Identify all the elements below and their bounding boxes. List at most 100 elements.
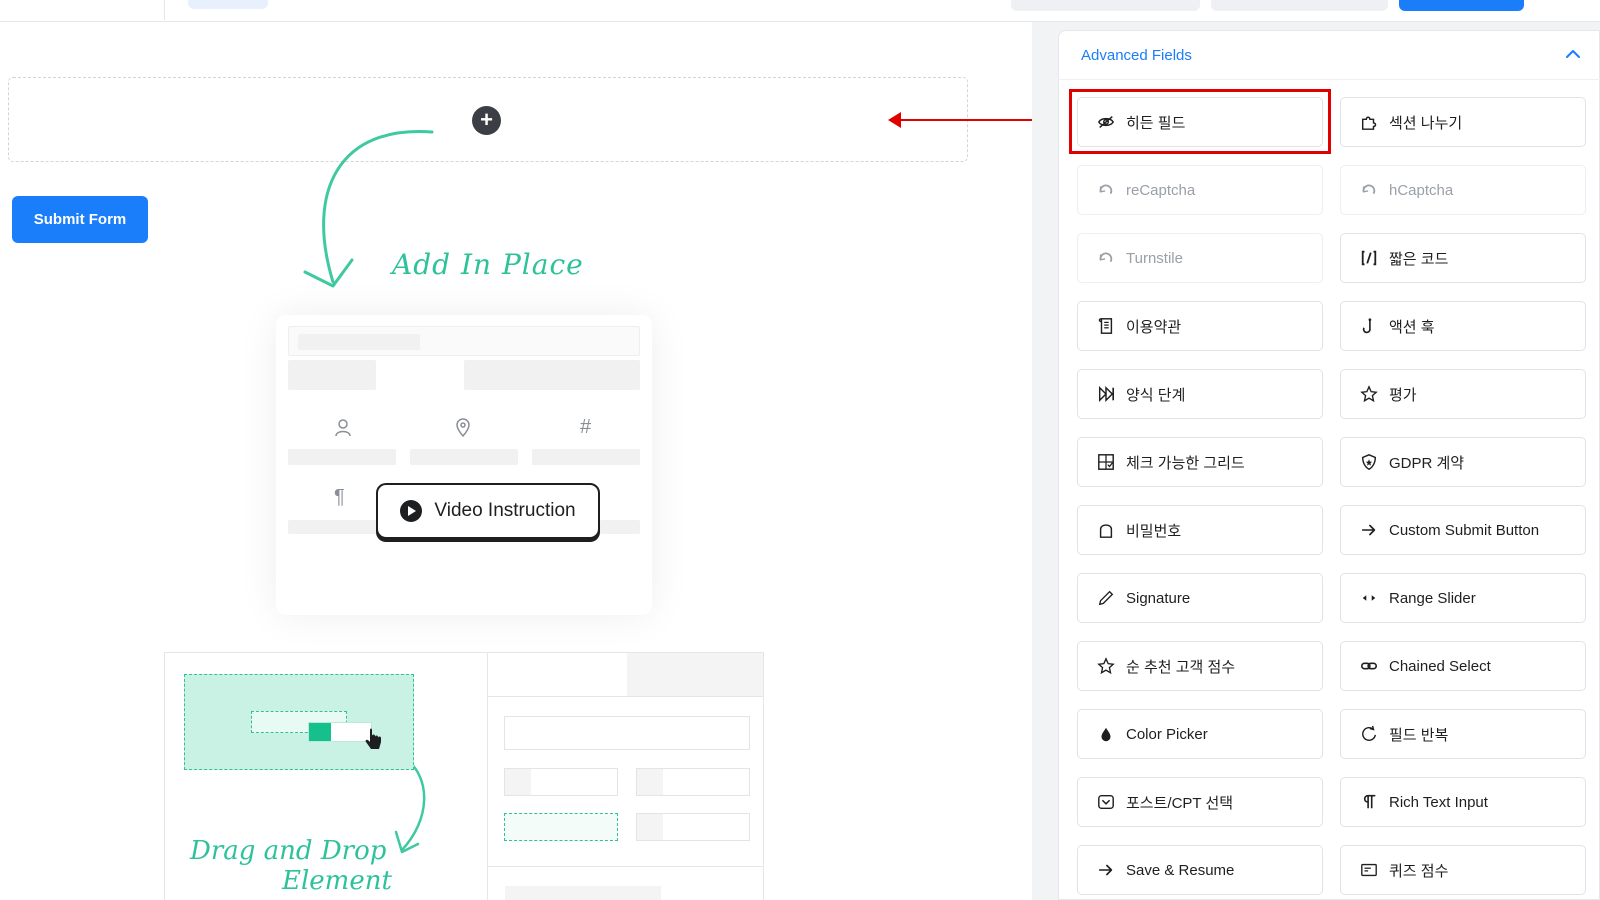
dnd-dragged-element [308, 722, 372, 742]
illus-skeleton [288, 449, 396, 465]
curved-arrow-icon [322, 130, 434, 284]
field-label: 섹션 나누기 [1389, 114, 1463, 132]
field-label: 양식 단계 [1126, 386, 1186, 404]
field-label: 퀴즈 점수 [1389, 862, 1449, 880]
dnd-skeleton [627, 653, 763, 696]
field-label: Rich Text Input [1389, 793, 1488, 811]
paragraph-icon [1359, 792, 1379, 812]
dnd-divider [487, 652, 488, 900]
field-label: Save & Resume [1126, 861, 1235, 879]
field-label: Signature [1126, 589, 1191, 607]
field-label: 이용약관 [1126, 318, 1182, 336]
field-label: reCaptcha [1126, 181, 1196, 199]
play-icon [400, 500, 423, 522]
field-save-arrow[interactable]: Save & Resume [1077, 845, 1323, 895]
app-root: + Submit Form Add In Place # ¶ Video Ins… [0, 0, 1600, 900]
field-repeat[interactable]: 필드 반복 [1340, 709, 1586, 759]
field-grid-check[interactable]: 체크 가능한 그리드 [1077, 437, 1323, 487]
field-arrow-right[interactable]: Custom Submit Button [1340, 505, 1586, 555]
illus-skeleton [464, 360, 640, 390]
field-step-forward[interactable]: 양식 단계 [1077, 369, 1323, 419]
dnd-skeleton [488, 696, 764, 697]
field-hook[interactable]: 액션 훅 [1340, 301, 1586, 351]
range-icon [1359, 588, 1379, 608]
red-pointer-arrowhead-icon [888, 112, 901, 128]
field-label: 필드 반복 [1389, 726, 1449, 744]
field-label: GDPR 계약 [1389, 454, 1465, 472]
field-hcaptcha[interactable]: hCaptcha [1340, 165, 1586, 215]
field-label: Color Picker [1126, 725, 1208, 743]
chevron-up-icon[interactable] [1563, 46, 1583, 62]
grid-check-icon [1096, 452, 1116, 472]
dnd-skeleton [504, 813, 618, 841]
dnd-label-line1: Drag and Drop [190, 836, 387, 866]
paragraph-icon: ¶ [334, 486, 345, 508]
field-label: hCaptcha [1389, 181, 1454, 199]
lock-icon [1096, 520, 1116, 540]
dnd-skeleton [504, 716, 750, 750]
step-forward-icon [1096, 384, 1116, 404]
link-icon [1359, 656, 1379, 676]
illus-skeleton [410, 449, 518, 465]
dnd-skeleton [488, 866, 764, 867]
illus-skeleton [298, 334, 420, 350]
field-link[interactable]: Chained Select [1340, 641, 1586, 691]
field-label: 액션 훅 [1389, 318, 1435, 336]
repeat-icon [1359, 724, 1379, 744]
field-turnstile[interactable]: Turnstile [1077, 233, 1323, 283]
field-puzzle[interactable]: 섹션 나누기 [1340, 97, 1586, 147]
field-range[interactable]: Range Slider [1340, 573, 1586, 623]
field-quiz[interactable]: 퀴즈 점수 [1340, 845, 1586, 895]
quiz-icon [1359, 860, 1379, 880]
video-instruction-label: Video Instruction [434, 500, 576, 521]
hash-icon: # [580, 416, 592, 438]
field-label: Turnstile [1126, 249, 1183, 267]
recaptcha-icon [1096, 180, 1116, 200]
hcaptcha-icon [1359, 180, 1379, 200]
pen-icon [1096, 588, 1116, 608]
field-shortcode[interactable]: 짧은 코드 [1340, 233, 1586, 283]
turnstile-icon [1096, 248, 1116, 268]
field-label: 짧은 코드 [1389, 250, 1449, 268]
field-label: 평가 [1389, 386, 1417, 404]
dnd-skeleton [637, 814, 663, 840]
field-shield[interactable]: GDPR 계약 [1340, 437, 1586, 487]
star-icon [1359, 384, 1379, 404]
arrow-right-icon [1359, 520, 1379, 540]
dnd-label-line2: Element [282, 866, 392, 896]
illus-skeleton [288, 360, 376, 390]
droplet-icon [1096, 724, 1116, 744]
shield-icon [1359, 452, 1379, 472]
star-outline-icon [1096, 656, 1116, 676]
illus-skeleton [288, 520, 378, 534]
field-star[interactable]: 평가 [1340, 369, 1586, 419]
save-arrow-icon [1096, 860, 1116, 880]
field-label: Chained Select [1389, 657, 1491, 675]
field-lock[interactable]: 비밀번호 [1077, 505, 1323, 555]
dnd-skeleton [637, 769, 663, 795]
field-star-outline[interactable]: 순 추천 고객 점수 [1077, 641, 1323, 691]
video-instruction-button[interactable]: Video Instruction [376, 483, 600, 539]
field-droplet[interactable]: Color Picker [1077, 709, 1323, 759]
field-recaptcha[interactable]: reCaptcha [1077, 165, 1323, 215]
field-label: 체크 가능한 그리드 [1126, 454, 1245, 472]
field-pen[interactable]: Signature [1077, 573, 1323, 623]
field-label: 순 추천 고객 점수 [1126, 658, 1236, 676]
field-post-select[interactable]: 포스트/CPT 선택 [1077, 777, 1323, 827]
panel-title[interactable]: Advanced Fields [1081, 47, 1192, 64]
highlight-box [1069, 89, 1331, 154]
field-label: 비밀번호 [1126, 522, 1182, 540]
dnd-skeleton [505, 769, 531, 795]
location-pin-icon [456, 418, 470, 438]
user-icon [335, 419, 351, 437]
panel-divider [1058, 79, 1600, 80]
hand-cursor-icon [365, 728, 381, 749]
shortcode-icon [1359, 248, 1379, 268]
puzzle-icon [1359, 112, 1379, 132]
field-paragraph[interactable]: Rich Text Input [1340, 777, 1586, 827]
post-select-icon [1096, 792, 1116, 812]
field-label: Custom Submit Button [1389, 521, 1540, 539]
field-label: 포스트/CPT 선택 [1126, 794, 1234, 812]
scroll-icon [1096, 316, 1116, 336]
field-scroll[interactable]: 이용약관 [1077, 301, 1323, 351]
